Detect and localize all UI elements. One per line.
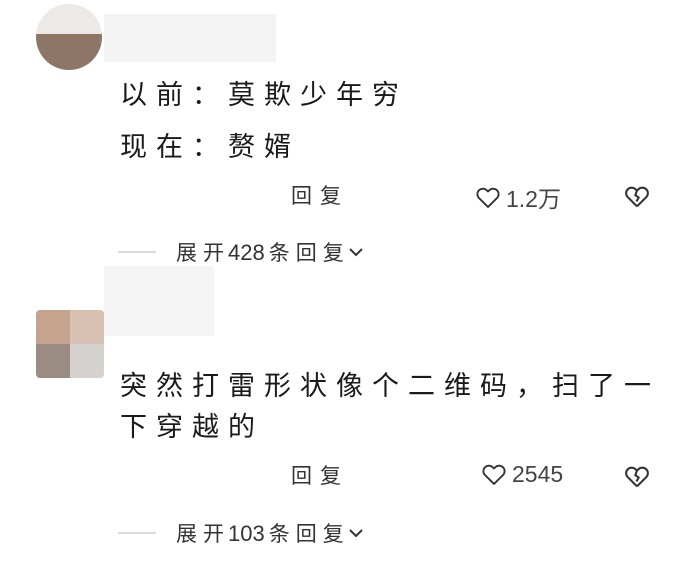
divider-line [118, 251, 156, 253]
avatar[interactable] [36, 4, 102, 70]
reply-button[interactable]: 回复 [291, 460, 349, 490]
dislike-button[interactable] [622, 182, 652, 214]
like-count: 2545 [512, 460, 564, 487]
comment-item: 以前：莫欺少年穷 现在：赘婿 回复 1.2万 展开428 条回复 [0, 0, 690, 280]
reply-button[interactable]: 回复 [291, 180, 349, 210]
heart-outline-icon [482, 464, 506, 485]
comment-item: 突然打雷形状像个二维码，扫了一 下穿越的 回复 2545 展开103 条回复 [0, 266, 690, 565]
expand-replies-button[interactable]: 展开103 条回复 [118, 518, 364, 548]
comment-text-line: 现在：赘婿 [120, 132, 300, 163]
comment-text-line: 下穿越的 [120, 412, 264, 443]
heart-outline-icon [476, 187, 500, 208]
divider-line [118, 532, 156, 534]
broken-heart-icon [625, 186, 649, 208]
like-count: 1.2万 [506, 186, 561, 212]
broken-heart-icon [625, 466, 649, 488]
chevron-down-icon [349, 248, 363, 257]
comment-actions: 回复 1.2万 [0, 176, 690, 216]
like-button[interactable]: 2545 [480, 460, 563, 488]
username-blurred[interactable] [104, 14, 276, 62]
chevron-down-icon [349, 529, 363, 538]
dislike-button[interactable] [622, 462, 652, 494]
expand-replies-button[interactable]: 展开428 条回复 [118, 237, 364, 267]
comment-text-line: 以前：莫欺少年穷 [120, 80, 408, 111]
comment-actions: 回复 2545 [0, 456, 690, 496]
like-button[interactable]: 1.2万 [474, 180, 561, 214]
username-blurred[interactable] [104, 266, 214, 336]
expand-replies-label: 展开103 条回复 [176, 521, 350, 546]
avatar[interactable] [36, 310, 104, 378]
expand-replies-label: 展开428 条回复 [176, 240, 350, 265]
